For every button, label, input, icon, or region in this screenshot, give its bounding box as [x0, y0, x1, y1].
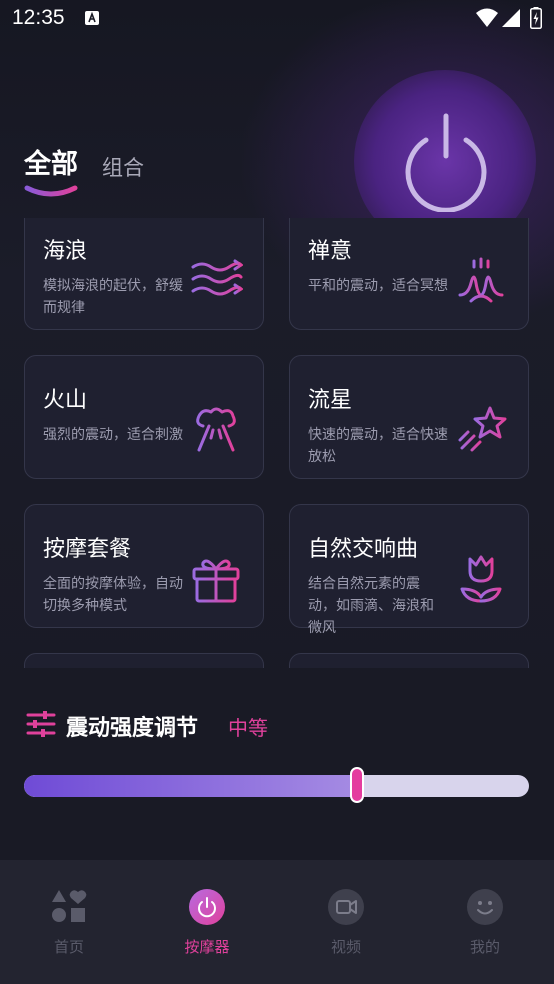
keyboard-a-icon — [85, 11, 99, 25]
lotus-icon — [458, 257, 504, 303]
volcano-icon — [196, 407, 236, 452]
battery-icon — [530, 7, 542, 29]
mode-title: 火山 — [43, 388, 88, 413]
mode-desc: 强烈的震动，适合刺激 — [43, 427, 183, 443]
mode-desc: 快速的震动，适合快速放松 — [308, 427, 448, 465]
mode-desc: 结合自然元素的震动，如雨滴、海浪和微风 — [308, 576, 434, 636]
nav-me[interactable]: 我的 — [416, 860, 554, 984]
nav-label: 首页 — [53, 938, 84, 956]
intensity-slider-thumb[interactable] — [350, 767, 365, 803]
intensity-slider-fill — [24, 775, 358, 797]
shooting-star-icon — [458, 406, 507, 452]
power-icon — [189, 889, 225, 925]
intensity-title: 震动强度调节 — [66, 716, 199, 741]
shapes-icon — [52, 890, 87, 922]
mode-title: 按摩套餐 — [43, 537, 132, 562]
mode-title: 流星 — [308, 388, 353, 413]
mode-card-zen[interactable]: 禅意 平和的震动，适合冥想 — [289, 218, 529, 330]
mode-card-meteor[interactable]: 流星 快速的震动，适合快速放松 — [289, 355, 529, 479]
power-button[interactable] — [398, 108, 494, 212]
status-bar: 12:35 — [0, 0, 554, 38]
nav-home[interactable]: 首页 — [0, 860, 138, 984]
nav-label: 按摩器 — [184, 938, 230, 956]
waves-icon — [191, 259, 243, 296]
mode-grid: 海浪 模拟海浪的起伏，舒缓而规律 禅意 平和的震动，适合冥想 火山 强烈的震动，… — [0, 218, 554, 668]
mode-card-partial[interactable] — [289, 653, 529, 668]
sliders-icon — [26, 711, 56, 737]
intensity-level: 中等 — [228, 716, 268, 740]
status-time: 12:35 — [12, 6, 65, 29]
nav-video[interactable]: 视频 — [277, 860, 415, 984]
mode-title: 自然交响曲 — [308, 537, 419, 562]
intensity-slider[interactable] — [24, 775, 529, 797]
video-icon — [328, 889, 364, 925]
signal-icon — [502, 9, 520, 27]
mode-card-massage-package[interactable]: 按摩套餐 全面的按摩体验，自动切换多种模式 — [24, 504, 264, 628]
bottom-nav: 首页 按摩器 视频 我的 — [0, 860, 554, 984]
gift-icon — [192, 559, 240, 603]
mode-title: 禅意 — [308, 239, 353, 264]
mode-desc: 平和的震动，适合冥想 — [308, 278, 448, 294]
nav-label: 我的 — [469, 938, 500, 956]
mode-desc: 全面的按摩体验，自动切换多种模式 — [43, 576, 183, 614]
mode-card-nature-symphony[interactable]: 自然交响曲 结合自然元素的震动，如雨滴、海浪和微风 — [289, 504, 529, 636]
mode-title: 海浪 — [43, 239, 88, 264]
mode-card-volcano[interactable]: 火山 强烈的震动，适合刺激 — [24, 355, 264, 479]
tulip-icon — [460, 555, 502, 603]
nav-massager[interactable]: 按摩器 — [138, 860, 276, 984]
mode-card-partial[interactable] — [24, 653, 264, 668]
smiley-icon — [467, 889, 503, 925]
tab-combo[interactable]: 组合 — [102, 152, 144, 182]
tab-all[interactable]: 全部 — [24, 142, 78, 181]
mode-card-waves[interactable]: 海浪 模拟海浪的起伏，舒缓而规律 — [24, 218, 264, 330]
tab-active-indicator — [24, 185, 78, 197]
mode-desc: 模拟海浪的起伏，舒缓而规律 — [43, 278, 183, 316]
nav-label: 视频 — [330, 938, 361, 956]
wifi-icon — [476, 8, 498, 27]
